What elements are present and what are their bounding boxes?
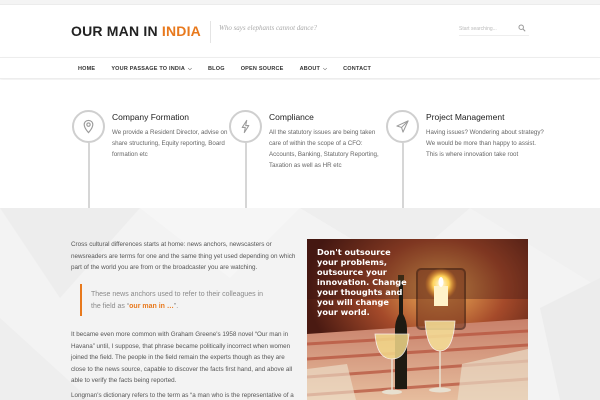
quote-text: These news anchors used to refer to thei… (91, 284, 270, 312)
search-box (459, 22, 529, 36)
search-icon[interactable] (518, 24, 526, 32)
lightning-icon (241, 119, 250, 134)
nav-item-home[interactable]: HOME (70, 58, 103, 80)
feature-description: All the statutory issues are being taken… (269, 129, 379, 169)
logo-accent-text: INDIA (161, 23, 201, 39)
site-logo[interactable]: OUR MAN IN INDIA (71, 23, 201, 39)
main-navigation: HOME YOUR PASSAGE TO INDIA ⌵ BLOG OPEN SO… (0, 57, 600, 79)
blockquote: These news anchors used to refer to thei… (80, 284, 270, 316)
map-pin-icon (83, 119, 94, 134)
search-input[interactable] (459, 22, 515, 35)
nav-label: ABOUT (299, 66, 321, 72)
feature-icon-circle (229, 110, 262, 143)
chevron-down-icon: ⌵ (188, 66, 192, 72)
article-section: Cross cultural differences starts at hom… (0, 208, 600, 400)
feature-description: Having issues? Wondering about strategy?… (426, 129, 544, 158)
article-paragraph: Cross cultural differences starts at hom… (71, 241, 296, 271)
nav-label: HOME (78, 66, 96, 72)
nav-menu: HOME YOUR PASSAGE TO INDIA ⌵ BLOG OPEN SO… (70, 58, 379, 80)
feature-connector-line (87, 143, 90, 218)
nav-label: OPEN SOURCE (240, 66, 284, 72)
article-paragraph: Longman's dictionary refers to the term … (71, 392, 294, 399)
nav-label: CONTACT (343, 66, 372, 72)
feature-title: Company Formation (112, 112, 190, 122)
feature-title: Compliance (269, 112, 314, 122)
feature-connector-line (401, 143, 404, 218)
feature-photo: Don't outsource your problems, outsource… (307, 239, 528, 400)
nav-item-open-source[interactable]: OPEN SOURCE (233, 58, 292, 80)
article-paragraph: It became even more common with Graham G… (71, 331, 293, 384)
chevron-down-icon: ⌵ (323, 66, 328, 72)
quote-highlight: our man in … (129, 302, 174, 310)
logo-text: OUR MAN IN (71, 23, 162, 39)
photo-overlay-text: Don't outsource your problems, outsource… (317, 247, 407, 317)
services-section: Company Formation We provide a Resident … (0, 80, 600, 218)
send-icon (396, 120, 409, 133)
site-header: OUR MAN IN INDIA Who says elephants cann… (0, 5, 600, 57)
nav-item-about[interactable]: ABOUT ⌵ (292, 58, 336, 80)
site-tagline: Who says elephants cannot dance? (210, 21, 317, 43)
nav-item-your-passage-to-india[interactable]: YOUR PASSAGE TO INDIA ⌵ (103, 58, 200, 80)
feature-icon-circle (386, 110, 419, 143)
feature-connector-line (244, 143, 247, 218)
quote-end: ”. (173, 302, 179, 310)
nav-label: BLOG (208, 66, 225, 72)
feature-description: We provide a Resident Director, advise o… (112, 129, 228, 158)
nav-label: YOUR PASSAGE TO INDIA (111, 66, 185, 72)
nav-item-blog[interactable]: BLOG (200, 58, 233, 80)
feature-icon-circle (72, 110, 105, 143)
feature-title: Project Management (426, 112, 505, 122)
nav-item-contact[interactable]: CONTACT (335, 58, 379, 80)
